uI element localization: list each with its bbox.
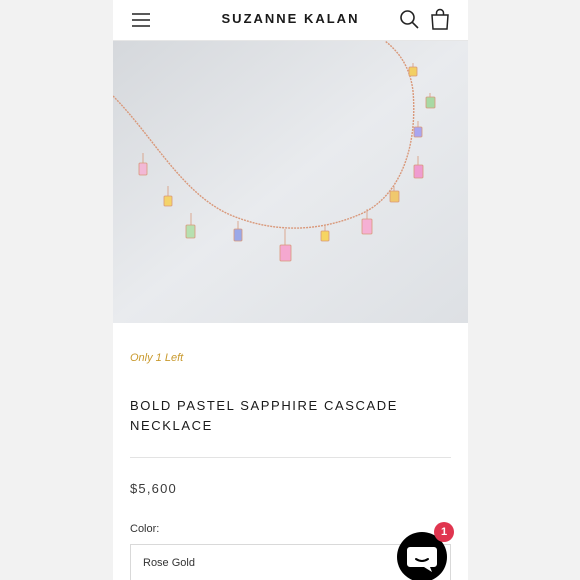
shopping-bag-icon[interactable] (429, 7, 451, 31)
product-page: SUZANNE KALAN Only 1 Left BOLD PASTEL SA… (113, 0, 468, 580)
product-image-necklace[interactable] (113, 41, 468, 323)
color-label: Color: (130, 523, 160, 535)
left-backdrop (0, 0, 113, 580)
right-backdrop (468, 0, 580, 580)
chat-notification-badge: 1 (434, 522, 454, 542)
site-header: SUZANNE KALAN (113, 0, 468, 41)
product-price: $5,600 (130, 481, 177, 496)
color-selected-value: Rose Gold (143, 557, 195, 569)
divider (130, 457, 451, 458)
search-icon[interactable] (398, 8, 420, 30)
stock-status: Only 1 Left (130, 352, 184, 364)
product-title: BOLD PASTEL SAPPHIRE CASCADE NECKLACE (130, 398, 399, 433)
